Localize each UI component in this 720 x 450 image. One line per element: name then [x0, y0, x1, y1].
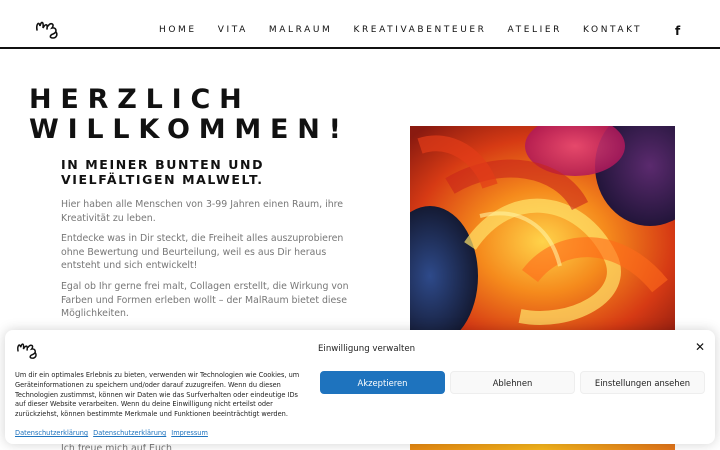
view-settings-button[interactable]: Einstellungen ansehen: [580, 371, 705, 394]
privacy-policy-link-2[interactable]: Datenschutzerklärung: [93, 429, 166, 437]
nav-home[interactable]: HOME: [159, 25, 197, 36]
hero-painting-image: [410, 126, 675, 336]
nav-kontakt[interactable]: KONTAKT: [583, 25, 642, 36]
cookie-banner-text: Um dir ein optimales Erlebnis zu bieten,…: [15, 371, 300, 419]
cookie-consent-banner: Einwilligung verwalten ✕ Um dir ein opti…: [5, 330, 715, 444]
nav-vita[interactable]: VITA: [218, 25, 248, 36]
close-icon[interactable]: ✕: [693, 340, 707, 354]
deny-button[interactable]: Ablehnen: [450, 371, 575, 394]
site-logo[interactable]: [34, 18, 62, 40]
imprint-link[interactable]: Impressum: [171, 429, 208, 437]
cookie-banner-title: Einwilligung verwalten: [318, 344, 416, 354]
welcome-line-2: WILLKOMMEN!: [29, 114, 350, 145]
facebook-icon[interactable]: f: [675, 24, 683, 38]
welcome-line-1: HERZLICH: [29, 84, 251, 115]
intro-paragraph-2: Entdecke was in Dir steckt, die Freiheit…: [61, 233, 344, 271]
welcome-heading: HERZLICH WILLKOMMEN!: [29, 85, 419, 145]
main-navigation: HOME VITA MALRAUM KREATIVABENTEUER ATELI…: [159, 25, 663, 36]
intro-paragraph-3: Egal ob Ihr gerne frei malt, Collagen er…: [61, 281, 349, 319]
site-header: HOME VITA MALRAUM KREATIVABENTEUER ATELI…: [0, 0, 720, 49]
nav-malraum[interactable]: MALRAUM: [269, 25, 333, 36]
subhead-line-2: VIELFÄLTIGEN MALWELT.: [61, 172, 264, 187]
privacy-policy-link[interactable]: Datenschutzerklärung: [15, 429, 88, 437]
subheading: IN MEINER BUNTEN UND VIELFÄLTIGEN MALWEL…: [61, 157, 361, 187]
accept-button[interactable]: Akzeptieren: [320, 371, 445, 394]
nav-atelier[interactable]: ATELIER: [508, 25, 562, 36]
cookie-banner-logo: [17, 343, 37, 359]
nav-kreativabenteuer[interactable]: KREATIVABENTEUER: [353, 25, 486, 36]
cookie-banner-links: Datenschutzerklärung Datenschutzerklärun…: [15, 429, 208, 437]
subhead-line-1: IN MEINER BUNTEN UND: [61, 157, 265, 172]
intro-paragraph-1: Hier haben alle Menschen von 3-99 Jahren…: [61, 199, 344, 224]
